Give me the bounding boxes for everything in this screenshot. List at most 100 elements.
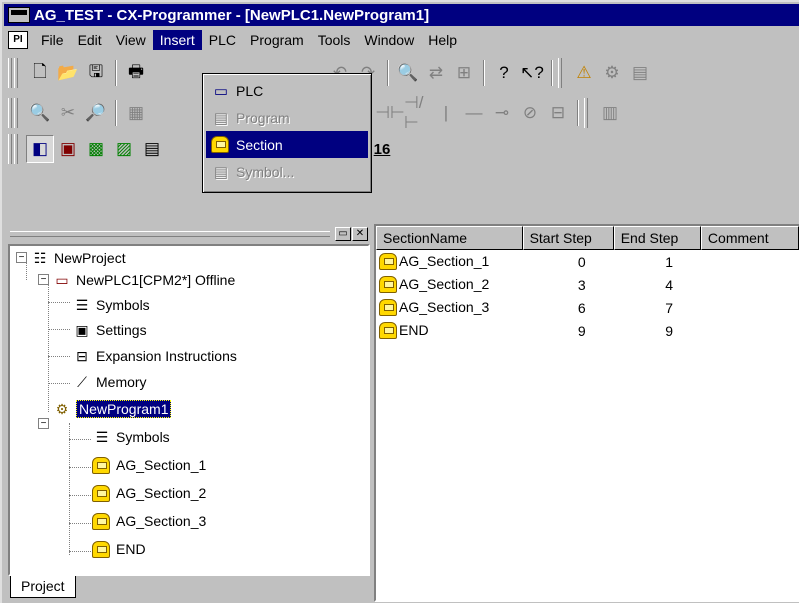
program-icon: ▤ — [213, 109, 229, 127]
symbol-icon: ▤ — [213, 163, 229, 181]
tree-node-label: END — [116, 541, 146, 557]
project-workspace-icon[interactable]: ◧ — [26, 135, 54, 163]
insert-symbol-item[interactable]: ▤ Symbol... — [206, 158, 368, 185]
new-file-icon[interactable]: 🗋 — [26, 59, 54, 87]
tree-node-label: Memory — [96, 374, 147, 390]
insert-section-item[interactable]: Section — [206, 131, 368, 158]
column-end-step[interactable]: End Step — [613, 226, 701, 250]
menu-window[interactable]: Window — [357, 30, 421, 50]
tree-node-end[interactable]: END — [92, 538, 146, 560]
panel-restore-icon[interactable]: ▭ — [335, 227, 351, 241]
collapse-project-toggle[interactable]: − — [16, 252, 27, 263]
watch-window-icon[interactable]: ▩ — [82, 135, 110, 163]
menu-program[interactable]: Program — [243, 30, 311, 50]
tree-node-program[interactable]: ⚙ NewProgram1 — [52, 398, 172, 420]
panel-grip[interactable] — [10, 231, 330, 237]
insert-plc-label: PLC — [236, 82, 264, 99]
list-row[interactable]: AG_Section_3 6 7 — [376, 296, 799, 319]
tree-node-memory[interactable]: ⟋ Memory — [72, 371, 147, 393]
tree-node-project[interactable]: ☷ NewProject — [30, 247, 126, 269]
zoom-in-icon[interactable]: 🔎 — [82, 99, 110, 127]
instruction-icon[interactable]: ⊟ — [544, 99, 572, 127]
insert-plc-item[interactable]: ▭ PLC — [206, 77, 368, 104]
toolbar-grip[interactable] — [584, 98, 588, 128]
document-icon[interactable]: PI — [8, 31, 28, 49]
grid-icon[interactable]: ▦ — [122, 99, 150, 127]
toolbar-grip[interactable] — [14, 58, 18, 88]
insert-program-item[interactable]: ▤ Program — [206, 104, 368, 131]
zoom-out-icon[interactable]: 🔍 — [26, 99, 54, 127]
tree-node-program-symbols[interactable]: ☰ Symbols — [92, 426, 170, 448]
insert-symbol-label: Symbol... — [236, 163, 295, 180]
row-name: AG_Section_1 — [399, 252, 490, 269]
toolbar-grip[interactable] — [558, 58, 562, 88]
help-icon[interactable]: ? — [490, 59, 518, 87]
symbols-icon: ☰ — [95, 428, 109, 445]
tree-node-section-1[interactable]: AG_Section_1 — [92, 454, 206, 476]
warning-icon[interactable]: ⚠ — [570, 59, 598, 87]
horizontal-line-icon[interactable]: — — [460, 99, 488, 127]
tree-node-settings[interactable]: ▣ Settings — [72, 319, 146, 341]
plc-icon: ▭ — [55, 271, 69, 288]
list-row[interactable]: END 9 9 — [376, 319, 799, 342]
collapse-plc-toggle[interactable]: − — [38, 274, 49, 285]
tree-node-section-3[interactable]: AG_Section_3 — [92, 510, 206, 532]
closed-coil-icon[interactable]: ⊘ — [516, 99, 544, 127]
menu-edit[interactable]: Edit — [71, 30, 109, 50]
title-bar[interactable]: AG_TEST - CX-Programmer - [NewPLC1.NewPr… — [4, 4, 799, 26]
find-icon[interactable]: 🔍 — [394, 59, 422, 87]
or-contact-icon[interactable]: ⊣⊢ — [375, 99, 405, 127]
menu-tools[interactable]: Tools — [311, 30, 358, 50]
toolbar-grip[interactable] — [14, 98, 18, 128]
column-start-step[interactable]: Start Step — [522, 226, 614, 250]
or-closed-contact-icon[interactable]: ⊣/⊢ — [404, 93, 432, 132]
toolbar-grip[interactable] — [8, 98, 12, 128]
toolbar-grip[interactable] — [14, 134, 18, 164]
monitor-icon[interactable]: ▤ — [626, 59, 654, 87]
list-row[interactable]: AG_Section_2 3 4 — [376, 273, 799, 296]
row-start: 6 — [577, 299, 586, 316]
replace-icon[interactable]: ⇄ — [422, 59, 450, 87]
toolbar-grip[interactable] — [8, 58, 12, 88]
zoom-16-button[interactable]: 16 — [368, 135, 396, 163]
app-icon[interactable] — [8, 7, 30, 23]
row-name: AG_Section_3 — [399, 298, 490, 315]
column-section-name[interactable]: SectionName — [376, 226, 523, 250]
list-header: SectionName Start Step End Step Comment — [376, 226, 799, 250]
project-icon: ☷ — [33, 249, 47, 266]
menu-view[interactable]: View — [109, 30, 153, 50]
collapse-program-toggle[interactable]: − — [38, 418, 49, 429]
coil-icon[interactable]: ⊸ — [488, 99, 516, 127]
list-row[interactable]: AG_Section_1 0 1 — [376, 250, 799, 273]
open-folder-icon[interactable]: 📂 — [54, 59, 82, 87]
tree-connector — [69, 439, 91, 440]
menu-file[interactable]: File — [34, 30, 71, 50]
workspace-tab-bar: Project — [6, 576, 370, 602]
context-help-icon[interactable]: ↖? — [518, 59, 546, 87]
row-start: 0 — [577, 253, 586, 270]
tree-node-expansion-instructions[interactable]: ⊟ Expansion Instructions — [72, 345, 237, 367]
vertical-line-icon[interactable]: | — [432, 99, 460, 127]
menu-plc[interactable]: PLC — [202, 30, 243, 50]
toolbar-grip[interactable] — [8, 134, 12, 164]
tree-node-section-2[interactable]: AG_Section_2 — [92, 482, 206, 504]
address-reference-icon[interactable]: ▨ — [110, 135, 138, 163]
panel-close-icon[interactable]: ✕ — [352, 227, 368, 241]
tree-node-plc[interactable]: ▭ NewPLC1[CPM2*] Offline — [52, 269, 235, 291]
output-window-icon[interactable]: ▣ — [54, 135, 82, 163]
online-icon[interactable]: ⚙ — [598, 59, 626, 87]
menu-help[interactable]: Help — [421, 30, 464, 50]
print-icon[interactable]: 🖶 — [122, 59, 150, 87]
menu-bar: PI File Edit View Insert PLC Program Too… — [4, 28, 799, 52]
panel-header[interactable]: ▭ ✕ — [6, 224, 370, 244]
tree-node-symbols[interactable]: ☰ Symbols — [72, 294, 150, 316]
save-icon[interactable]: 🖫 — [82, 59, 110, 87]
compile-icon[interactable]: ▥ — [596, 99, 624, 127]
properties-icon[interactable]: ▤ — [138, 135, 166, 163]
tab-project[interactable]: Project — [10, 576, 76, 598]
zoom-fit-icon[interactable]: ✂ — [54, 99, 82, 127]
menu-insert[interactable]: Insert — [152, 30, 202, 50]
column-comment[interactable]: Comment — [700, 226, 799, 250]
row-end: 1 — [665, 253, 674, 270]
cross-reference-icon[interactable]: ⊞ — [450, 59, 478, 87]
